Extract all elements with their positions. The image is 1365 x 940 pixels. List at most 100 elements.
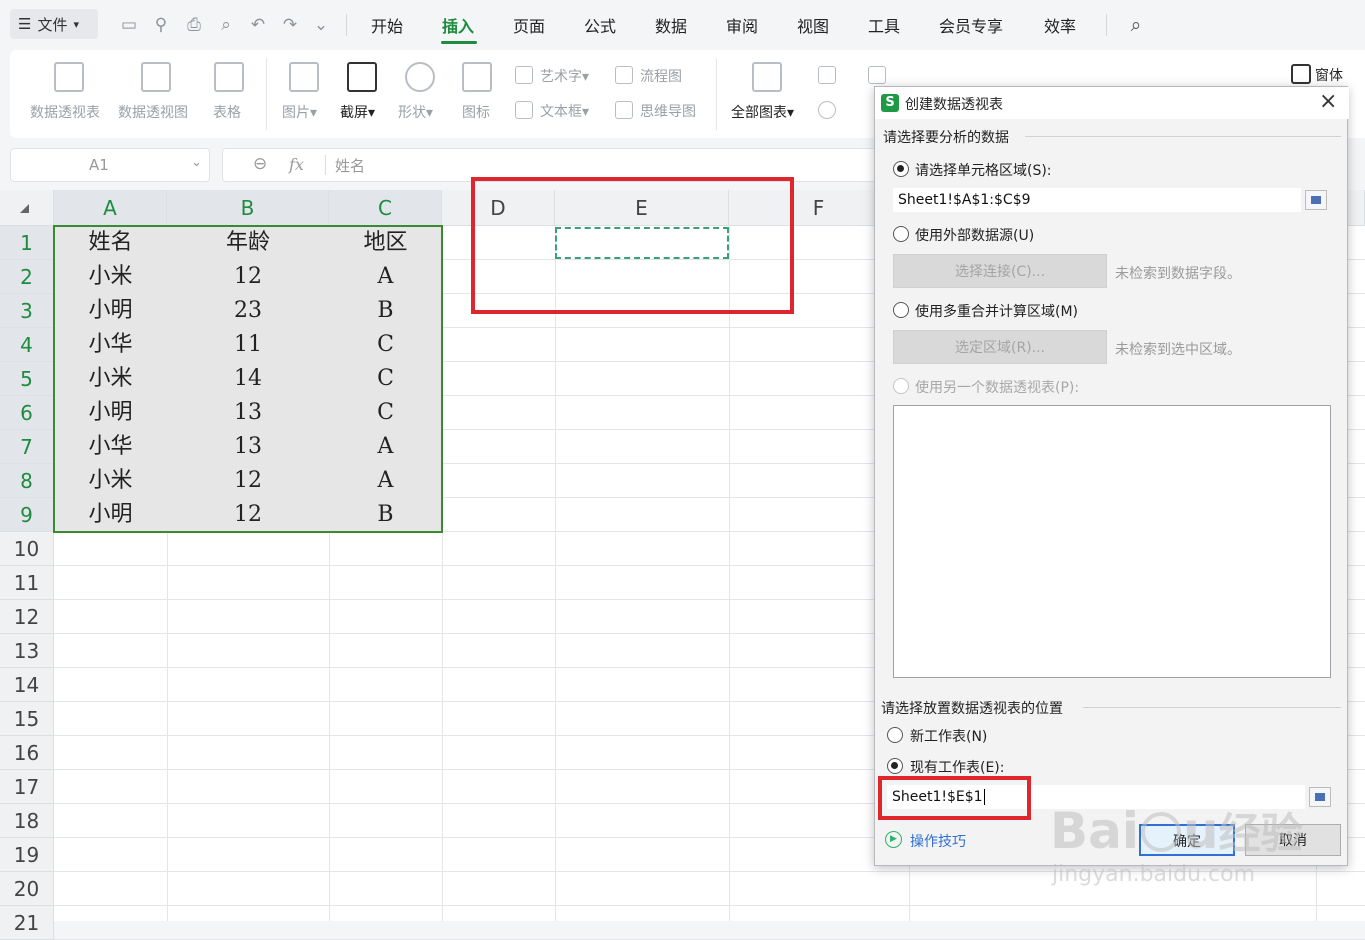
picture-button[interactable]: 图片▾	[282, 102, 317, 122]
pivot-table-button[interactable]: 数据透视表	[30, 102, 100, 122]
section-place-label: 请选择放置数据透视表的位置	[881, 701, 1063, 717]
icon-button[interactable]: 图标	[462, 102, 490, 122]
all-charts-icon	[752, 62, 782, 92]
row-header[interactable]: 12	[0, 600, 54, 634]
flowchart-button[interactable]: 流程图	[640, 66, 682, 86]
divider	[1025, 136, 1341, 137]
radio-other-pivot[interactable]	[893, 378, 909, 394]
radio-new-sheet-label: 新工作表(N)	[910, 729, 988, 745]
row-header[interactable]: 18	[0, 804, 54, 838]
row-header[interactable]: 6	[0, 396, 54, 430]
watermark-url: jingyan.baidu.com	[1052, 862, 1256, 887]
collapse-location-icon[interactable]	[1309, 787, 1331, 807]
play-tips-icon[interactable]: ▶	[885, 831, 902, 848]
highlight-box-location	[878, 776, 1031, 820]
row-header[interactable]: 2	[0, 260, 54, 294]
row-header[interactable]: 13	[0, 634, 54, 668]
tab-insert[interactable]: 插入	[442, 13, 474, 37]
tab-home[interactable]: 开始	[371, 13, 403, 37]
mindmap-button[interactable]: 思维导图	[640, 101, 696, 121]
range-input[interactable]: Sheet1!$A$1:$C$9	[893, 188, 1301, 212]
wps-s-logo: S	[881, 94, 899, 112]
zoom-icon[interactable]: ⊖	[253, 154, 267, 174]
row-header[interactable]: 19	[0, 838, 54, 872]
tab-review[interactable]: 审阅	[726, 13, 758, 37]
col-header-b[interactable]: B	[167, 190, 329, 226]
wordart-icon	[515, 66, 533, 84]
row-header[interactable]: 14	[0, 668, 54, 702]
table-button[interactable]: 表格	[213, 102, 241, 122]
row-header[interactable]: 3	[0, 294, 54, 328]
create-pivot-dialog: S 创建数据透视表 × 请选择要分析的数据 请选择单元格区域(S): Sheet…	[874, 86, 1349, 866]
textbox-button[interactable]: 文本框▾	[540, 101, 589, 121]
row-header[interactable]: 9	[0, 498, 54, 532]
undo-icon[interactable]: ↶	[247, 14, 269, 36]
section-source-label: 请选择要分析的数据	[883, 130, 1009, 146]
radio-existing-sheet[interactable]	[887, 758, 903, 774]
select-region-button[interactable]: 选定区域(R)...	[893, 330, 1107, 364]
search-icon[interactable]: ⌕	[1125, 14, 1147, 36]
wordart-button[interactable]: 艺术字▾	[540, 66, 589, 86]
radio-multi-range[interactable]	[893, 302, 909, 318]
save-icon[interactable]: ▭	[118, 14, 140, 36]
tips-link[interactable]: 操作技巧	[910, 831, 966, 851]
print-preview-icon[interactable]: ⌕	[215, 14, 237, 36]
name-box[interactable]: A1 ⌄	[10, 148, 210, 182]
redo-icon[interactable]: ↷	[279, 14, 301, 36]
file-menu-button[interactable]: ☰ 文件 ▾	[10, 9, 98, 39]
tab-tools[interactable]: 工具	[868, 13, 900, 37]
collapse-range-icon[interactable]	[1305, 190, 1327, 210]
tab-formula[interactable]: 公式	[584, 13, 616, 37]
grid-vline	[555, 226, 556, 921]
divider	[346, 14, 347, 36]
select-connection-button[interactable]: 选择连接(C)...	[893, 254, 1107, 288]
grid-vline	[729, 226, 730, 921]
dialog-title: 创建数据透视表	[905, 97, 1003, 113]
tab-data[interactable]: 数据	[655, 13, 687, 37]
picture-label: 图片	[282, 105, 310, 121]
row-header[interactable]: 15	[0, 702, 54, 736]
bar-chart-icon[interactable]	[818, 66, 836, 84]
radio-new-sheet[interactable]	[887, 727, 903, 743]
row-header[interactable]: 8	[0, 464, 54, 498]
col-header-a[interactable]: A	[54, 190, 167, 226]
dialog-titlebar: S 创建数据透视表 ×	[875, 87, 1349, 119]
window-button[interactable]: 窗体	[1315, 65, 1343, 85]
radio-range[interactable]	[893, 161, 909, 177]
line-chart-icon[interactable]	[868, 66, 886, 84]
row-header[interactable]: 11	[0, 566, 54, 600]
no-fields-text: 未检索到数据字段。	[1115, 266, 1241, 282]
col-header-c[interactable]: C	[329, 190, 442, 226]
fx-icon[interactable]: fx	[289, 155, 304, 174]
table-icon	[214, 62, 244, 92]
chevron-down-icon[interactable]: ⌄	[191, 155, 202, 170]
row-header[interactable]: 21	[0, 906, 54, 940]
tab-view[interactable]: 视图	[797, 13, 829, 37]
tab-member[interactable]: 会员专享	[939, 13, 1003, 37]
more-chevron-icon[interactable]: ⌄	[310, 14, 332, 36]
chevron-down-icon: ▾	[73, 17, 79, 31]
row-header[interactable]: 4	[0, 328, 54, 362]
row-header[interactable]: 5	[0, 362, 54, 396]
pie-chart-icon[interactable]	[818, 101, 836, 119]
radio-external[interactable]	[893, 226, 909, 242]
row-header[interactable]: 7	[0, 430, 54, 464]
pivot-chart-button[interactable]: 数据透视图	[118, 102, 188, 122]
pivot-list[interactable]	[893, 405, 1331, 678]
all-charts-button[interactable]: 全部图表▾	[731, 102, 794, 122]
all-charts-label: 全部图表	[731, 105, 787, 121]
row-header[interactable]: 17	[0, 770, 54, 804]
row-header[interactable]: 20	[0, 872, 54, 906]
screenshot-button[interactable]: 截屏▾	[340, 102, 375, 122]
tab-page[interactable]: 页面	[513, 13, 545, 37]
radio-external-label: 使用外部数据源(U)	[915, 228, 1035, 244]
link-icon[interactable]: ⚲	[150, 14, 172, 36]
tab-efficiency[interactable]: 效率	[1044, 13, 1076, 37]
select-all-corner[interactable]	[0, 190, 54, 226]
shape-button[interactable]: 形状▾	[398, 102, 433, 122]
close-icon[interactable]: ×	[1319, 89, 1337, 114]
row-header[interactable]: 1	[0, 226, 54, 260]
print-icon[interactable]: ⎙	[183, 14, 205, 36]
row-header[interactable]: 10	[0, 532, 54, 566]
row-header[interactable]: 16	[0, 736, 54, 770]
